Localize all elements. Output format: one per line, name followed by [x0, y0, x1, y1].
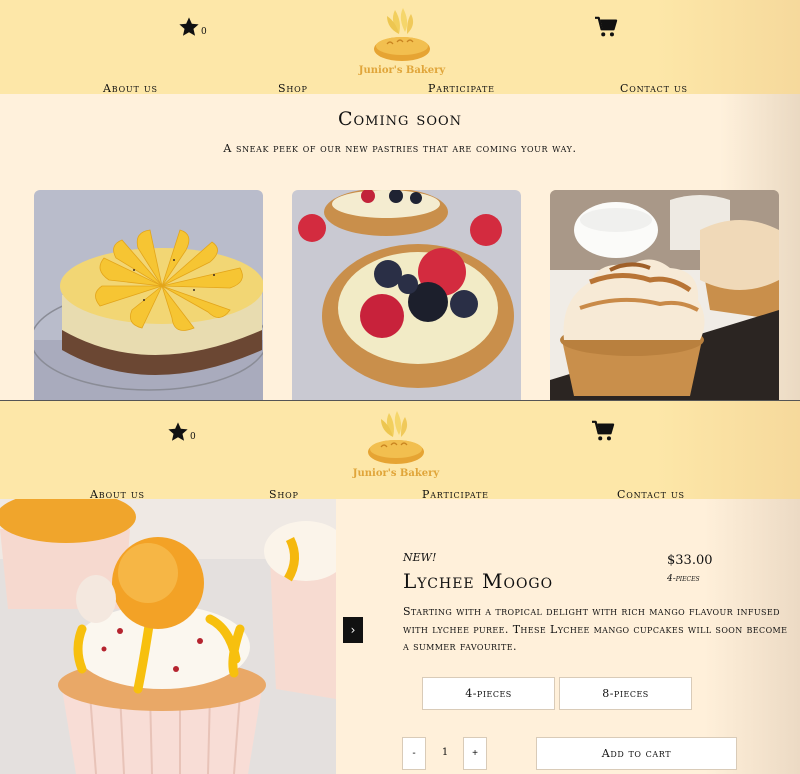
bakery-logo[interactable]: Junior's Bakery [357, 4, 447, 76]
coming-soon-title: Coming soon [337, 108, 463, 130]
quantity-value[interactable]: 1 [430, 737, 460, 770]
mango-cheesecake-image [34, 190, 263, 401]
star-icon [168, 422, 188, 441]
star-icon [179, 17, 199, 36]
product-description: Starting with a tropical delight with ri… [403, 605, 788, 653]
cart-link[interactable] [594, 16, 618, 42]
site-header-product: 0 Junior's Bakery About us Shop Particip… [0, 401, 800, 501]
pastry-image-mango-cheesecake[interactable] [34, 190, 263, 401]
coming-soon-subtitle: A sneak peek of our new pastries that ar… [223, 142, 577, 155]
bread-logo-icon [368, 411, 424, 464]
pastry-image-meringue-tart[interactable] [550, 190, 779, 401]
next-image-button[interactable]: › [343, 617, 363, 643]
option-8-pieces[interactable]: 8-pieces [559, 677, 692, 710]
meringue-tart-image [550, 190, 779, 401]
product-detail-section: › NEW! $33.00 4-pieces Lychee Moogo Star… [0, 499, 800, 774]
logo-text: Junior's Bakery [358, 65, 446, 76]
coming-soon-section: Coming soon A sneak peek of our new past… [0, 94, 800, 401]
favorites-count: 0 [190, 432, 196, 442]
product-photo [0, 499, 336, 774]
cart-icon [595, 16, 618, 37]
product-title: Lychee Moogo [403, 569, 554, 593]
favorites-link[interactable]: 0 [178, 16, 207, 38]
option-4-pieces[interactable]: 4-pieces [422, 677, 555, 710]
logo-text: Junior's Bakery [352, 468, 440, 479]
product-price: $33.00 [667, 553, 713, 568]
lychee-cupcake-image [0, 499, 336, 774]
chevron-right-icon: › [350, 623, 356, 637]
add-to-cart-button[interactable]: Add to cart [536, 737, 737, 770]
cart-icon [592, 420, 615, 441]
favorites-link-2[interactable]: 0 [167, 421, 196, 443]
product-pieces-note: 4-pieces [667, 574, 700, 584]
berry-tart-image [292, 190, 521, 401]
bakery-logo-2[interactable]: Junior's Bakery [351, 407, 441, 479]
cart-link-2[interactable] [591, 420, 615, 446]
favorites-count: 0 [201, 27, 207, 37]
pastry-image-berry-tart[interactable] [292, 190, 521, 401]
quantity-increase-button[interactable]: + [463, 737, 487, 770]
site-header-top: 0 Junior's Bakery About us Shop Particip… [0, 0, 800, 95]
quantity-decrease-button[interactable]: - [402, 737, 426, 770]
new-tag: NEW! [403, 551, 437, 564]
bread-logo-icon [374, 8, 430, 61]
